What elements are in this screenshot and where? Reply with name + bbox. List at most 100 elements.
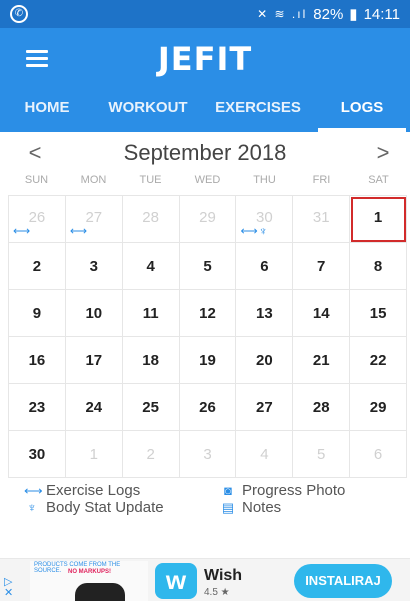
tab-home[interactable]: HOME (0, 88, 94, 132)
calendar-day[interactable]: 6 (236, 243, 294, 290)
legend-label: Notes (242, 499, 282, 516)
ad-image[interactable]: PRODUCTS COME FROM THE SOURCE. NO MARKUP… (30, 561, 148, 601)
day-number: 11 (142, 305, 159, 322)
calendar-day[interactable]: 27 ⟷ (65, 196, 123, 243)
calendar-day[interactable]: 16 (9, 337, 66, 384)
tab-exercises[interactable]: EXERCISES (202, 88, 314, 132)
day-number: 16 (28, 352, 46, 369)
month-title: September 2018 (123, 140, 287, 165)
day-number: 7 (317, 258, 326, 275)
calendar-day[interactable]: 6 (350, 431, 408, 478)
calendar-day[interactable]: 30 ⟷ ♆ (236, 196, 294, 243)
calendar-day[interactable]: 4 (122, 243, 180, 290)
day-number: 20 (256, 352, 273, 369)
day-number: 3 (89, 258, 98, 275)
body-icon: ♆ (258, 224, 268, 238)
ad-choices-icon[interactable]: ▷ ✕ (4, 577, 13, 599)
calendar-day[interactable]: 10 (65, 290, 123, 337)
calendar-day[interactable]: 1 (65, 431, 123, 478)
calendar-day[interactable]: 19 (179, 337, 237, 384)
camera-icon: ◙ (224, 483, 232, 498)
calendar-day[interactable]: 3 (65, 243, 123, 290)
whatsapp-icon: ✆ (10, 5, 28, 23)
next-month-button[interactable]: > (368, 138, 398, 170)
day-number: 27 (85, 209, 103, 226)
day-number: 26 (28, 209, 46, 226)
status-bar: ✆ ✕ ≋ .ıl 82% ▮ 14:11 (0, 0, 410, 28)
day-number: 19 (199, 352, 216, 369)
calendar-day[interactable]: 7 (293, 243, 351, 290)
tab-bar: HOME WORKOUT EXERCISES LOGS (0, 88, 410, 132)
day-number: 9 (32, 305, 42, 322)
calendar-day[interactable]: 14 (293, 290, 351, 337)
prev-month-button[interactable]: < (20, 138, 50, 170)
calendar-week: 30 1 2 3 4 5 6 (9, 431, 408, 478)
dumbbell-icon: ⟷ (240, 224, 258, 238)
install-button[interactable]: INSTALIRAJ (294, 564, 392, 598)
day-number: 2 (146, 446, 155, 463)
calendar-day[interactable]: 21 (293, 337, 351, 384)
calendar-day[interactable]: 28 (293, 384, 351, 431)
day-number: 24 (85, 399, 103, 416)
day-number: 4 (146, 258, 155, 275)
signal-icons: ✕ ≋ .ıl (257, 7, 308, 21)
calendar-day[interactable]: 29 (350, 384, 408, 431)
calendar-day[interactable]: 26 ⟷ (9, 196, 66, 243)
calendar-day[interactable]: 27 (236, 384, 294, 431)
day-number: 28 (142, 209, 159, 226)
day-number: 27 (256, 399, 273, 416)
tab-workout[interactable]: WORKOUT (94, 88, 202, 132)
calendar-day[interactable]: 3 (179, 431, 237, 478)
calendar-day-selected[interactable]: 1 (350, 196, 408, 243)
calendar-day[interactable]: 11 (122, 290, 180, 337)
legend-exercise-logs: ⟷ Exercise Logs (24, 482, 140, 499)
calendar-day[interactable]: 12 (179, 290, 237, 337)
calendar-day[interactable]: 2 (9, 243, 66, 290)
ad-app-name: Wish (204, 567, 243, 584)
day-number: 23 (28, 399, 46, 416)
log-markers: ⟷ (13, 225, 30, 237)
battery-level: 82% (313, 5, 344, 23)
calendar-day[interactable]: 31 (293, 196, 351, 243)
dumbbell-icon: ⟷ (13, 224, 31, 238)
day-number: 18 (142, 352, 159, 369)
calendar-week: 16 17 18 19 20 21 22 (9, 337, 408, 384)
calendar-day[interactable]: 24 (65, 384, 123, 431)
body-icon: ♆ (27, 500, 37, 515)
day-number: 5 (317, 446, 326, 463)
calendar-day[interactable]: 13 (236, 290, 294, 337)
calendar-day[interactable]: 30 (9, 431, 66, 478)
legend-label: Progress Photo (242, 482, 346, 499)
calendar-day[interactable]: 4 (236, 431, 294, 478)
clock: 14:11 (363, 5, 400, 23)
calendar-day[interactable]: 2 (122, 431, 180, 478)
calendar-day[interactable]: 28 (122, 196, 180, 243)
tab-logs[interactable]: LOGS (314, 88, 410, 132)
calendar-day[interactable]: 25 (122, 384, 180, 431)
calendar-day[interactable]: 18 (122, 337, 180, 384)
day-number: 8 (373, 258, 383, 275)
day-number: 28 (312, 399, 330, 416)
weekday-label: MON (80, 174, 107, 186)
calendar-day[interactable]: 5 (293, 431, 351, 478)
calendar-day[interactable]: 26 (179, 384, 237, 431)
legend-progress-photo: ◙ Progress Photo (220, 482, 345, 499)
notes-icon: ▤ (221, 499, 235, 515)
calendar-grid: 26 ⟷ 27 ⟷ 28 29 30 ⟷ ♆ 31 1 2 3 4 5 6 7 8 9 10 11 12 13 14 15 16 1… (8, 195, 408, 478)
day-number: 22 (369, 352, 387, 369)
calendar-day[interactable]: 15 (350, 290, 408, 337)
calendar-week: 23 24 25 26 27 28 29 (9, 384, 408, 431)
calendar-day[interactable]: 22 (350, 337, 408, 384)
calendar-day[interactable]: 29 (179, 196, 237, 243)
legend-body-stat: ♆ Body Stat Update (24, 499, 163, 516)
weekday-label: TUE (139, 174, 162, 186)
weekday-label: WED (194, 174, 221, 186)
calendar-day[interactable]: 9 (9, 290, 66, 337)
calendar-day[interactable]: 17 (65, 337, 123, 384)
calendar-day[interactable]: 8 (350, 243, 408, 290)
calendar-day[interactable]: 23 (9, 384, 66, 431)
ad-banner[interactable]: PRODUCTS COME FROM THE SOURCE. NO MARKUP… (0, 558, 410, 601)
calendar-day[interactable]: 20 (236, 337, 294, 384)
day-number: 10 (85, 305, 103, 322)
calendar-day[interactable]: 5 (179, 243, 237, 290)
